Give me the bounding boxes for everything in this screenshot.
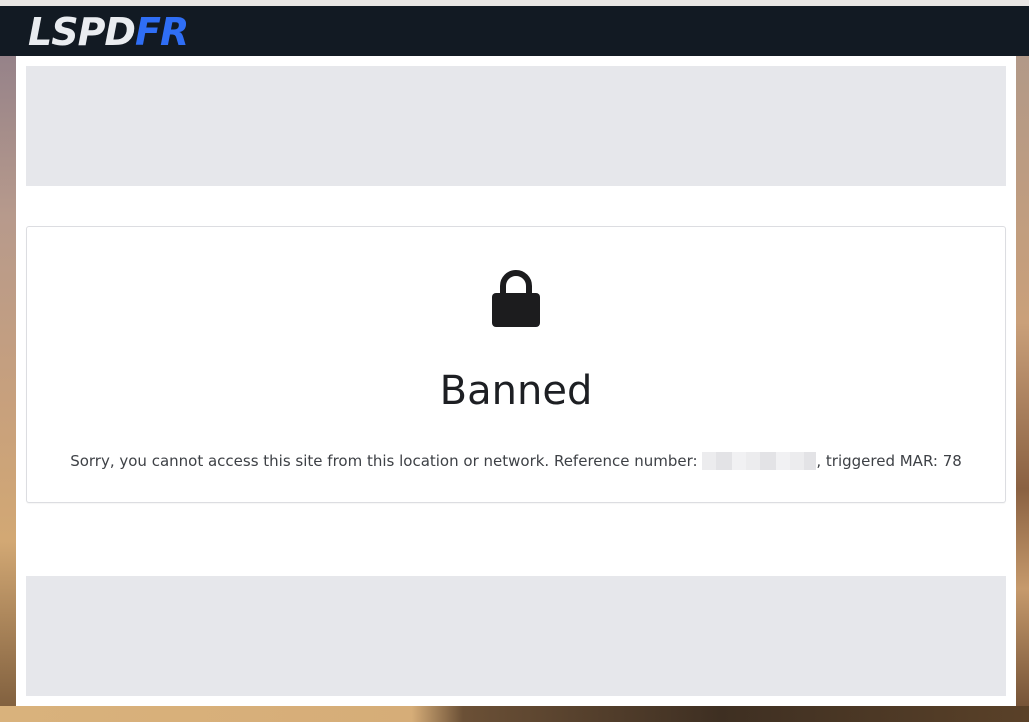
background-image-bottom xyxy=(0,706,1029,722)
ban-card: Banned Sorry, you cannot access this sit… xyxy=(26,226,1006,503)
site-header: LSPDFR xyxy=(0,6,1029,56)
logo-text-lspd: LSPD xyxy=(28,10,136,54)
lock-icon xyxy=(492,270,540,327)
ad-placeholder-top xyxy=(26,66,1006,186)
page-title: Banned xyxy=(439,368,593,414)
background-image-right xyxy=(1016,56,1029,722)
ad-placeholder-bottom xyxy=(26,576,1006,696)
main-content: Banned Sorry, you cannot access this sit… xyxy=(16,56,1016,706)
ban-message: Sorry, you cannot access this site from … xyxy=(27,451,1005,471)
logo-text-fr: FR xyxy=(134,10,189,54)
ban-message-prefix: Sorry, you cannot access this site from … xyxy=(70,452,703,470)
redacted-reference-number xyxy=(702,452,817,470)
site-logo[interactable]: LSPDFR xyxy=(28,10,189,54)
ban-message-suffix: , triggered MAR: 78 xyxy=(816,452,962,470)
